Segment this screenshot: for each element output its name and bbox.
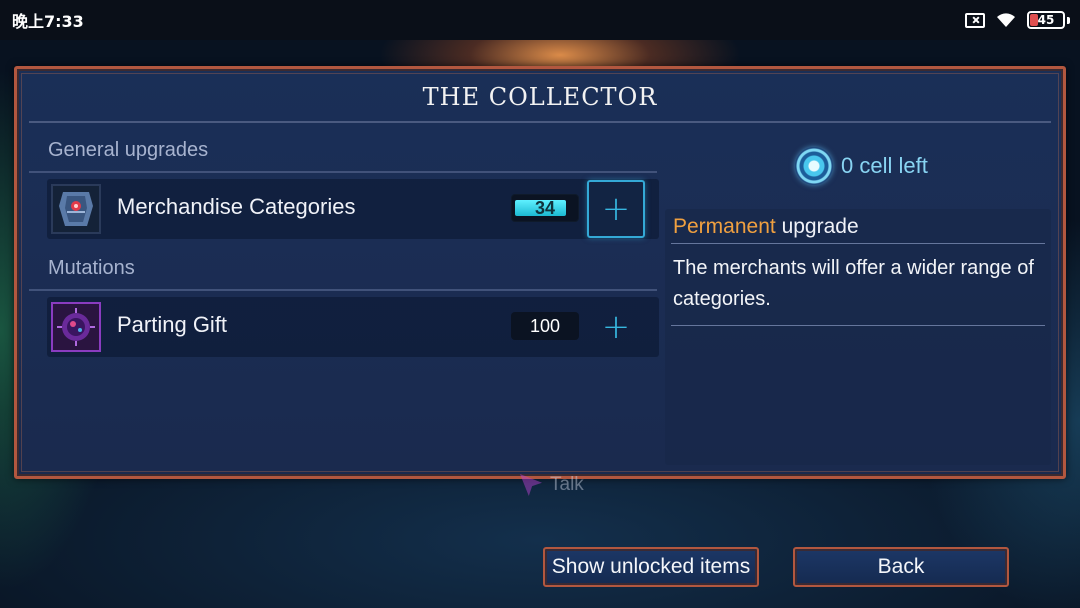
info-heading-accent: Permanent [673, 215, 776, 238]
wifi-icon [997, 13, 1015, 27]
collector-panel: THE COLLECTOR General upgrades Merchandi… [14, 66, 1066, 479]
status-icons: 45 [965, 11, 1070, 29]
section-divider [29, 171, 657, 173]
battery-level: 45 [1037, 13, 1055, 27]
buy-upgrade-button[interactable]: + [587, 180, 645, 238]
cost-progress-bar: 34 [511, 194, 579, 222]
cell-icon [795, 147, 833, 185]
talk-icon [520, 474, 542, 496]
back-button[interactable]: Back [793, 547, 1009, 587]
show-unlocked-items-button[interactable]: Show unlocked items [543, 547, 759, 587]
status-bar: 晚上7:33 45 [0, 0, 1080, 40]
talk-hint: Talk [520, 474, 584, 496]
cells-counter: 0 cell left [795, 147, 928, 185]
battery-icon: 45 [1027, 11, 1065, 29]
cost-value: 34 [534, 197, 556, 218]
title-divider [29, 121, 1051, 123]
cells-left-text: 0 cell left [841, 153, 928, 178]
section-general-upgrades: General upgrades [48, 139, 209, 161]
status-time: 晚上7:33 [12, 12, 84, 31]
plus-icon: + [601, 307, 631, 347]
info-heading-rest: upgrade [775, 215, 859, 238]
buy-upgrade-button[interactable]: + [587, 298, 645, 356]
info-description: The merchants will offer a wider range o… [673, 257, 1034, 310]
info-heading: Permanent upgrade [673, 215, 859, 239]
panel-title: THE COLLECTOR [422, 83, 658, 111]
section-divider [29, 289, 657, 291]
section-mutations: Mutations [48, 257, 135, 279]
info-divider [671, 325, 1045, 326]
upgrade-label: Parting Gift [117, 312, 228, 337]
plus-icon: + [601, 189, 631, 229]
cost-box: 100 [511, 312, 579, 340]
upgrade-row-parting-gift[interactable]: Parting Gift 100 + [47, 297, 659, 357]
cost-value: 100 [529, 315, 561, 336]
parting-gift-icon [51, 302, 101, 352]
merchandise-icon [51, 184, 101, 234]
talk-text: Talk [550, 474, 584, 495]
info-divider [671, 243, 1045, 244]
no-sim-icon [965, 12, 985, 28]
upgrade-info-panel: Permanent upgrade The merchants will off… [665, 209, 1051, 465]
upgrade-row-merchandise-categories[interactable]: Merchandise Categories 34 + [47, 179, 659, 239]
upgrade-label: Merchandise Categories [117, 194, 356, 219]
